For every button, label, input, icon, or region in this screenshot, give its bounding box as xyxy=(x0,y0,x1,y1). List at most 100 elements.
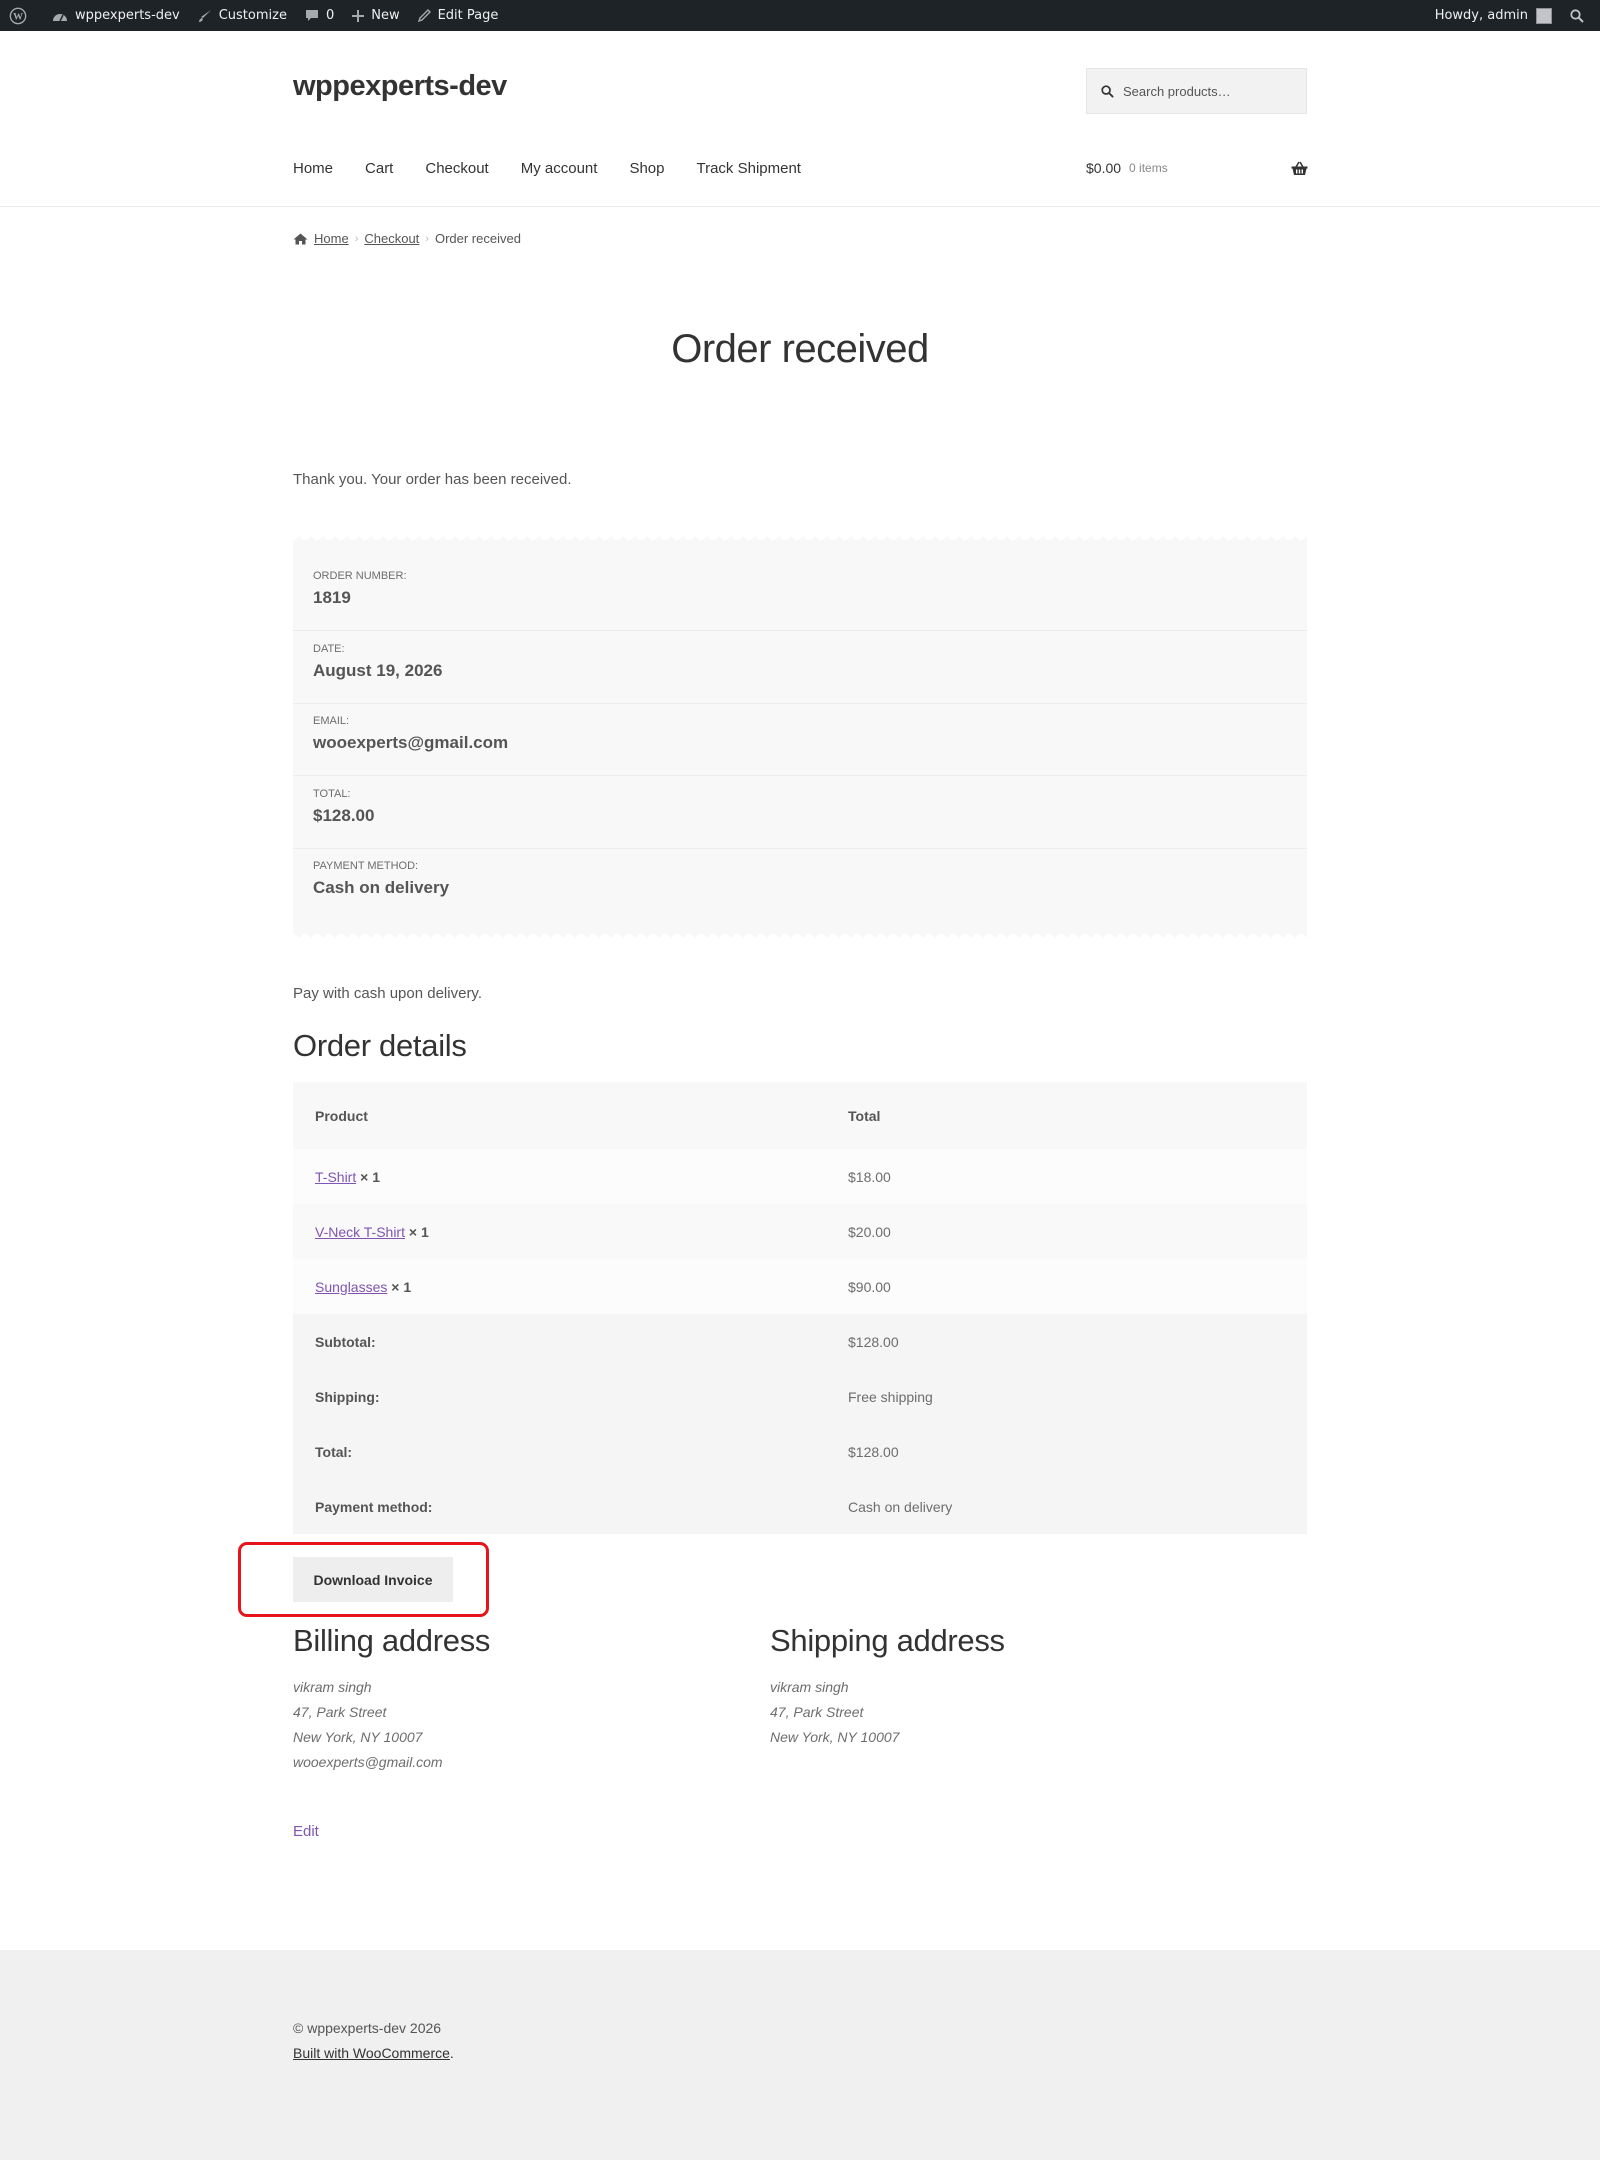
shipping-address-heading: Shipping address xyxy=(770,1623,1005,1658)
primary-navigation: Home Cart Checkout My account Shop Track… xyxy=(293,160,833,177)
breadcrumb-current: Order received xyxy=(434,231,521,246)
admin-edit-page-link[interactable]: Edit Page xyxy=(409,0,508,31)
totals-row-payment-method: Payment method: Cash on delivery xyxy=(293,1479,1307,1534)
billing-address: vikram singh 47, Park Street New York, N… xyxy=(293,1675,443,1775)
header-divider xyxy=(0,206,1600,207)
order-number-item: Order number: 1819 xyxy=(313,570,1287,608)
order-details-heading: Order details xyxy=(293,1028,467,1063)
order-email-label: Email: xyxy=(313,715,350,727)
billing-name: vikram singh xyxy=(293,1679,372,1695)
basket-icon xyxy=(1291,161,1308,175)
home-icon xyxy=(293,233,308,244)
order-payment-value: Cash on delivery xyxy=(313,878,450,897)
site-title[interactable]: wppexperts-dev xyxy=(293,70,507,103)
table-header-row: Product Total xyxy=(293,1082,1307,1149)
table-row: T-Shirt × 1 $18.00 xyxy=(293,1149,1307,1204)
footer-credit: Built with WooCommerce. xyxy=(293,2045,454,2061)
nav-cart[interactable]: Cart xyxy=(365,160,393,177)
admin-comments-count: 0 xyxy=(325,8,335,23)
admin-account-menu[interactable]: Howdy, admin xyxy=(1426,0,1561,31)
admin-bar: W wppexperts-dev Customize 0 New Edit Pa… xyxy=(0,0,1600,31)
svg-text:W: W xyxy=(13,11,23,22)
product-link-vneck-tshirt[interactable]: V-Neck T-Shirt xyxy=(315,1224,405,1240)
zigzag-top-edge xyxy=(293,536,1307,542)
nav-home[interactable]: Home xyxy=(293,160,333,177)
nav-shop[interactable]: Shop xyxy=(629,160,664,177)
admin-howdy: Howdy, admin xyxy=(1434,8,1528,23)
totals-label: Payment method: xyxy=(293,1479,826,1534)
shipping-name: vikram singh xyxy=(770,1679,849,1695)
footer-credit-suffix: . xyxy=(449,2045,454,2061)
admin-site-link[interactable]: wppexperts-dev xyxy=(43,0,189,31)
order-total-value: $128.00 xyxy=(313,806,375,825)
download-invoice-button[interactable]: Download Invoice xyxy=(293,1557,453,1602)
site-footer: © wppexperts-dev 2026 Built with WooComm… xyxy=(0,1950,1600,2160)
admin-comments-link[interactable]: 0 xyxy=(296,0,343,31)
totals-value: $128.00 xyxy=(848,1333,899,1350)
table-row: V-Neck T-Shirt × 1 $20.00 xyxy=(293,1204,1307,1259)
billing-city: New York, NY 10007 xyxy=(293,1729,423,1745)
admin-customize-label: Customize xyxy=(218,8,287,23)
product-quantity: × 1 xyxy=(408,1223,429,1240)
product-search-input[interactable]: Search products… xyxy=(1086,68,1307,114)
overview-divider xyxy=(293,848,1307,849)
product-total: $90.00 xyxy=(848,1278,891,1295)
order-number-label: Order number: xyxy=(313,570,407,582)
totals-value: Cash on delivery xyxy=(848,1498,953,1515)
nav-track-shipment[interactable]: Track Shipment xyxy=(696,160,800,177)
brush-icon xyxy=(198,9,211,22)
order-payment-item: Payment method: Cash on delivery xyxy=(313,860,1287,898)
order-payment-label: Payment method: xyxy=(313,860,419,872)
page-title: Order received xyxy=(671,327,929,371)
avatar xyxy=(1536,7,1552,24)
product-link-sunglasses[interactable]: Sunglasses xyxy=(315,1279,387,1295)
zigzag-bottom-edge xyxy=(293,932,1307,938)
wordpress-logo-icon[interactable]: W xyxy=(0,0,43,31)
totals-row-subtotal: Subtotal: $128.00 xyxy=(293,1314,1307,1369)
totals-row-shipping: Shipping: Free shipping xyxy=(293,1369,1307,1424)
shipping-city: New York, NY 10007 xyxy=(770,1729,900,1745)
built-with-woocommerce-link[interactable]: Built with WooCommerce xyxy=(293,2045,450,2061)
dashboard-icon xyxy=(53,13,67,21)
order-date-value: August 19, 2026 xyxy=(313,661,443,680)
table-row: Sunglasses × 1 $90.00 xyxy=(293,1259,1307,1314)
shipping-address: vikram singh 47, Park Street New York, N… xyxy=(770,1675,899,1750)
breadcrumb-checkout[interactable]: Checkout xyxy=(364,231,419,246)
totals-label: Shipping: xyxy=(293,1369,826,1424)
mini-cart[interactable]: $0.00 0 items xyxy=(1086,160,1308,176)
shipping-street: 47, Park Street xyxy=(770,1704,864,1720)
admin-new-link[interactable]: New xyxy=(343,0,408,31)
totals-value: Free shipping xyxy=(848,1388,933,1405)
admin-search-icon[interactable] xyxy=(1561,0,1600,31)
order-total-label: Total: xyxy=(313,788,351,800)
order-email-item: Email: wooexperts@gmail.com xyxy=(313,715,1287,753)
order-total-item: Total: $128.00 xyxy=(313,788,1287,826)
order-date-label: Date: xyxy=(313,643,345,655)
overview-divider xyxy=(293,703,1307,704)
thank-you-message: Thank you. Your order has been received. xyxy=(293,471,572,488)
totals-value: $128.00 xyxy=(848,1443,899,1460)
admin-edit-page-label: Edit Page xyxy=(437,8,499,23)
search-placeholder: Search products… xyxy=(1123,83,1231,99)
footer-copyright: © wppexperts-dev 2026 xyxy=(293,2020,442,2036)
edit-link[interactable]: Edit xyxy=(293,1823,319,1840)
breadcrumb-home[interactable]: Home xyxy=(314,231,349,246)
product-quantity: × 1 xyxy=(360,1168,380,1185)
billing-email: wooexperts@gmail.com xyxy=(293,1754,443,1770)
column-header-product: Product xyxy=(293,1082,826,1149)
nav-checkout[interactable]: Checkout xyxy=(425,160,488,177)
product-quantity: × 1 xyxy=(391,1278,412,1295)
breadcrumb-separator-icon: › xyxy=(354,232,359,245)
nav-my-account[interactable]: My account xyxy=(521,160,598,177)
comment-icon xyxy=(305,9,318,21)
admin-site-name: wppexperts-dev xyxy=(75,8,180,23)
admin-customize-link[interactable]: Customize xyxy=(189,0,296,31)
product-link-tshirt[interactable]: T-Shirt xyxy=(315,1169,356,1185)
cart-item-count: 0 items xyxy=(1129,161,1168,175)
column-header-total: Total xyxy=(826,1082,1307,1149)
order-details-table: Product Total T-Shirt × 1 $18.00 V-Neck … xyxy=(293,1082,1307,1534)
search-icon xyxy=(1101,84,1114,98)
admin-new-label: New xyxy=(371,8,400,23)
cart-total: $0.00 xyxy=(1086,160,1122,176)
overview-divider xyxy=(293,775,1307,776)
